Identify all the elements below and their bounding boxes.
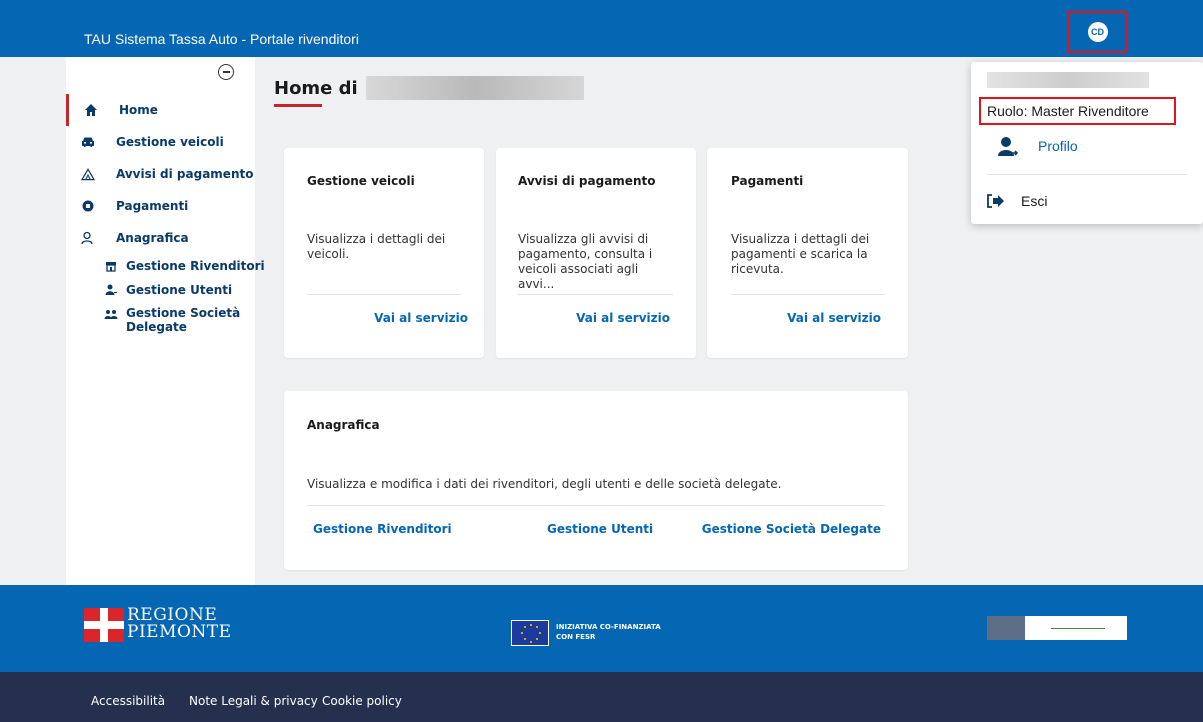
profile-label: Profilo <box>1038 138 1078 154</box>
regione-piemonte-flag-logo <box>84 608 124 642</box>
partner-logo <box>987 616 1127 640</box>
title-underline <box>274 104 322 107</box>
warning-icon <box>81 167 95 181</box>
sidebar-subitem-gestione-rivenditori[interactable]: Gestione Rivenditori <box>66 257 265 275</box>
card-divider <box>307 294 461 295</box>
regione-piemonte-logo-text: REGIONE PIEMONTE <box>127 605 232 642</box>
card-title: Anagrafica <box>307 418 380 432</box>
footer-link-note-legali[interactable]: Note Legali & privacy <box>189 694 318 708</box>
sidebar-item-gestione-veicoli[interactable]: Gestione veicoli <box>66 126 255 158</box>
card-gestione-veicoli: Gestione veicoli Visualizza i dettagli d… <box>284 148 484 358</box>
eu-cofinancing-text: INIZIATIVA CO-FINANZIATA CON FESR <box>556 623 661 641</box>
sidebar: Home Gestione veicoli Avvisi di pagament… <box>66 57 265 585</box>
sidebar-subitem-gestione-utenti[interactable]: Gestione Utenti <box>66 281 255 299</box>
sidebar-subitem-gestione-societa-delegate[interactable]: Gestione Società Delegate <box>66 305 255 337</box>
footer-link-cookie-policy[interactable]: Cookie policy <box>322 694 402 708</box>
logout-menu-item[interactable]: Esci <box>987 188 1187 214</box>
profile-menu-item[interactable]: Profilo <box>987 134 1187 162</box>
redacted-user-name <box>365 76 584 100</box>
top-bar: TAU Sistema Tassa Auto - Portale rivendi… <box>0 0 1203 57</box>
vai-al-servizio-link[interactable]: Vai al servizio <box>576 311 670 325</box>
home-icon <box>84 103 98 117</box>
partner-logo-line <box>1051 628 1105 629</box>
card-pagamenti: Pagamenti Visualizza i dettagli dei paga… <box>707 148 908 358</box>
sidebar-item-home[interactable]: Home <box>66 94 255 126</box>
partner-logo-emblem <box>987 616 1025 640</box>
card-description: Visualizza i dettagli dei pagamenti e sc… <box>731 232 870 276</box>
gestione-rivenditori-link[interactable]: Gestione Rivenditori <box>313 522 452 536</box>
sidebar-subitem-label: Gestione Società Delegate <box>126 306 241 334</box>
collapse-sidebar-icon[interactable] <box>218 64 234 80</box>
card-title: Pagamenti <box>731 174 804 188</box>
sidebar-item-label: Avvisi di pagamento <box>116 167 254 181</box>
card-description: Visualizza i dettagli dei veicoli. <box>307 232 446 261</box>
group-icon <box>104 308 118 322</box>
vai-al-servizio-link[interactable]: Vai al servizio <box>787 311 881 325</box>
profile-icon <box>997 136 1019 158</box>
sidebar-item-avvisi-di-pagamento[interactable]: Avvisi di pagamento <box>66 158 255 190</box>
card-divider <box>731 294 885 295</box>
vai-al-servizio-link[interactable]: Vai al servizio <box>374 311 468 325</box>
sidebar-subitem-label: Gestione Utenti <box>126 283 233 297</box>
car-icon <box>81 135 95 149</box>
card-avvisi-di-pagamento: Avvisi di pagamento Visualizza gli avvis… <box>496 148 696 358</box>
gestione-societa-delegate-link[interactable]: Gestione Società Delegate <box>702 522 881 536</box>
footer-link-accessibilita[interactable]: Accessibilità <box>91 694 165 708</box>
card-divider <box>518 294 673 295</box>
user-avatar-button[interactable]: CD <box>1068 11 1127 53</box>
user-role-label: Ruolo: Master Rivenditore <box>979 97 1176 125</box>
card-anagrafica: Anagrafica Visualizza e modifica i dati … <box>284 391 908 570</box>
sidebar-item-label: Home <box>119 103 158 117</box>
eu-flag-icon <box>511 620 549 646</box>
sidebar-item-label: Gestione veicoli <box>116 135 224 149</box>
card-description: Visualizza e modifica i dati dei rivendi… <box>307 477 782 491</box>
sidebar-item-label: Anagrafica <box>116 231 189 245</box>
footer-links-bar <box>0 672 1203 722</box>
user-dropdown-menu: Ruolo: Master Rivenditore Profilo Esci <box>971 62 1203 224</box>
payment-icon <box>81 199 95 213</box>
card-title: Gestione veicoli <box>307 174 415 188</box>
person-icon <box>81 231 95 245</box>
store-icon <box>104 259 118 273</box>
gestione-utenti-link[interactable]: Gestione Utenti <box>547 522 653 536</box>
card-description: Visualizza gli avvisi di pagamento, cons… <box>518 232 653 291</box>
logout-icon <box>987 193 1005 208</box>
logout-label: Esci <box>1021 193 1048 209</box>
card-divider <box>307 505 885 506</box>
redacted-user-name <box>987 72 1149 88</box>
app-title: TAU Sistema Tassa Auto - Portale rivendi… <box>84 31 359 47</box>
sidebar-item-label: Pagamenti <box>116 199 189 213</box>
card-title: Avvisi di pagamento <box>518 174 656 188</box>
page-title: Home di <box>274 76 584 100</box>
dropdown-divider <box>987 174 1187 175</box>
avatar[interactable]: CD <box>1087 22 1108 42</box>
sidebar-item-anagrafica[interactable]: Anagrafica <box>66 222 255 254</box>
page-title-text: Home di <box>274 77 358 99</box>
sidebar-subitem-label: Gestione Rivenditori <box>126 259 265 273</box>
user-add-icon <box>104 283 118 297</box>
sidebar-item-pagamenti[interactable]: Pagamenti <box>66 190 255 222</box>
